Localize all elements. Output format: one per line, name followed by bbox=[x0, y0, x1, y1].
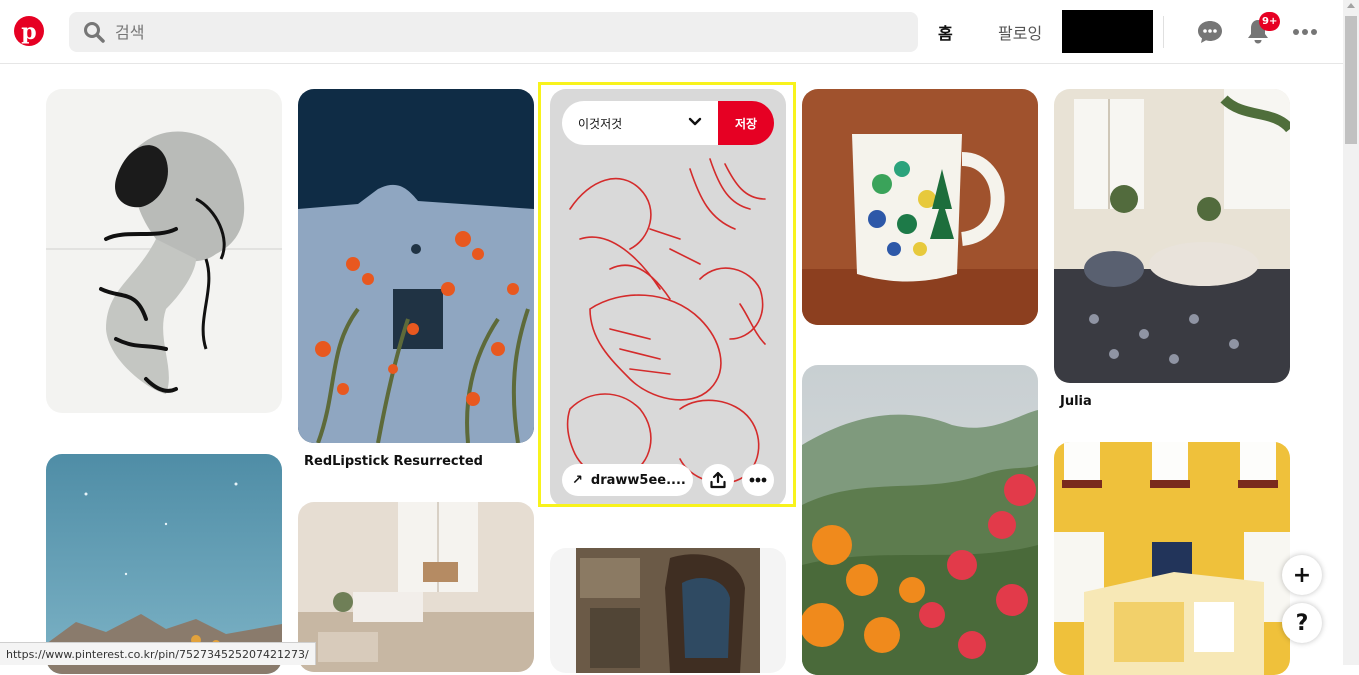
blue-sky-image bbox=[46, 454, 282, 674]
share-button[interactable] bbox=[702, 464, 734, 496]
ellipsis-icon bbox=[749, 477, 767, 483]
pin-blue-sky[interactable] bbox=[46, 454, 282, 674]
pin-title[interactable]: Julia bbox=[1060, 394, 1092, 409]
logo-letter: p bbox=[21, 18, 37, 45]
pin-orange-flowers-night[interactable] bbox=[298, 89, 534, 443]
pin-source-link[interactable]: ↗ draww5ee.... bbox=[562, 464, 693, 496]
pinterest-logo[interactable]: p bbox=[14, 16, 44, 46]
pin-bright-room[interactable] bbox=[298, 502, 534, 672]
pin-yellow-building[interactable] bbox=[1054, 442, 1290, 675]
add-pin-button[interactable]: + bbox=[1282, 555, 1322, 595]
figure-sketch-image bbox=[46, 89, 282, 413]
selection-highlight-frame bbox=[538, 82, 796, 507]
nav-divider bbox=[1163, 16, 1164, 48]
chevron-down-icon[interactable] bbox=[688, 117, 702, 127]
floral-mug-image bbox=[802, 89, 1038, 325]
pin-mountain-dahlias[interactable] bbox=[802, 365, 1038, 675]
more-options-icon[interactable] bbox=[1292, 24, 1318, 40]
pin-more-button[interactable] bbox=[742, 464, 774, 496]
mountain-dahlias-image bbox=[802, 365, 1038, 675]
bright-room-image bbox=[298, 502, 534, 672]
messages-icon[interactable] bbox=[1196, 19, 1224, 45]
scroll-up-arrow-icon[interactable] bbox=[1347, 3, 1355, 8]
yellow-building-image bbox=[1054, 442, 1290, 675]
help-button[interactable]: ? bbox=[1282, 603, 1322, 643]
share-upload-icon bbox=[710, 471, 726, 489]
browser-status-url: https://www.pinterest.co.kr/pin/75273452… bbox=[0, 642, 316, 665]
pin-floral-mug[interactable] bbox=[802, 89, 1038, 325]
search-icon bbox=[84, 22, 105, 43]
nav-following-link[interactable]: 팔로잉 bbox=[998, 20, 1042, 44]
orange-flowers-image bbox=[298, 89, 534, 443]
search-bar[interactable] bbox=[69, 12, 918, 52]
scroll-thumb[interactable] bbox=[1345, 16, 1357, 144]
profile-redacted-block[interactable] bbox=[1062, 10, 1153, 53]
antique-chair-image bbox=[550, 548, 786, 673]
cozy-bedroom-image bbox=[1054, 89, 1290, 383]
external-link-arrow-icon: ↗ bbox=[572, 472, 583, 488]
vertical-scrollbar[interactable] bbox=[1343, 0, 1359, 665]
pin-antique-chair[interactable] bbox=[550, 548, 786, 673]
pin-figure-sketch[interactable] bbox=[46, 89, 282, 413]
nav-home-link[interactable]: 홈 bbox=[938, 20, 953, 44]
notification-badge: 9+ bbox=[1259, 12, 1281, 31]
top-nav-bar: p 홈 팔로잉 9+ bbox=[0, 0, 1343, 64]
pin-title[interactable]: RedLipstick Resurrected bbox=[304, 454, 483, 469]
search-input[interactable] bbox=[115, 22, 895, 42]
save-button[interactable]: 저장 bbox=[718, 101, 774, 145]
pin-source-link-text: draww5ee.... bbox=[590, 472, 686, 488]
pin-cozy-bedroom[interactable] bbox=[1054, 89, 1290, 383]
board-name: 이것저것 bbox=[578, 116, 623, 131]
